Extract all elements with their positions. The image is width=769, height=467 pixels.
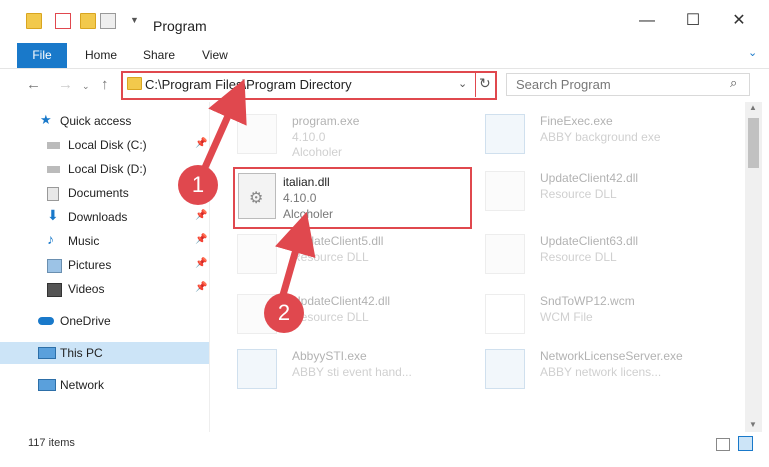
annotation-arrows <box>199 78 316 296</box>
arrow-to-address-bar <box>199 78 247 174</box>
arrow-to-file <box>275 211 316 296</box>
step-badge-1: 1 <box>178 165 218 205</box>
step-badge-2: 2 <box>264 293 304 333</box>
